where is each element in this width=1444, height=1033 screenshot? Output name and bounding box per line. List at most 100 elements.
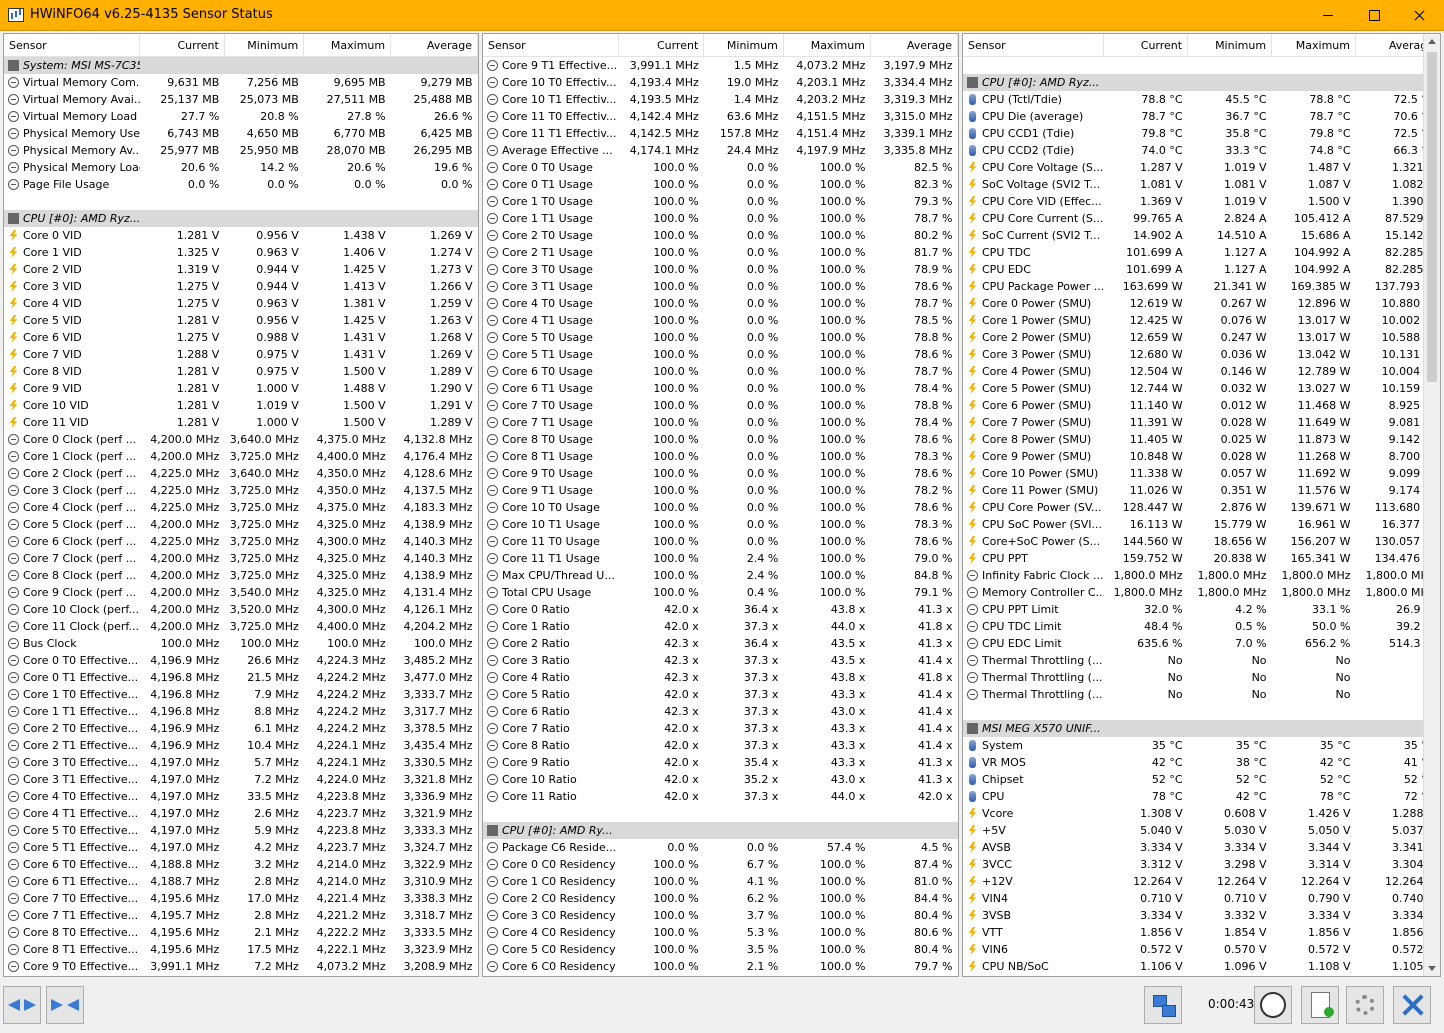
minimize-button[interactable] bbox=[1305, 0, 1351, 30]
sensor-row[interactable]: CPU EDC 101.699 A 1.127 A 104.992 A 82.285 A bbox=[963, 261, 1440, 278]
sensor-row[interactable]: SoC Voltage (SVI2 T... 1.081 V 1.081 V 1.08… bbox=[963, 176, 1440, 193]
sensor-row[interactable]: Core 1 T0 Usage 100.0 % 0.0 % 100.0 % 79.3 % bbox=[483, 193, 958, 210]
sensor-row[interactable]: Chipset 52 °C 52 °C 52 °C 52 °C bbox=[963, 771, 1440, 788]
sensor-row[interactable]: Core 7 Ratio 42.0 x 37.3 x 43.3 x 41.4 x bbox=[483, 720, 958, 737]
sensor-row[interactable]: Core 2 Clock (perf ... 4,225.0 MHz 3,640.0… bbox=[4, 465, 478, 482]
sensor-row[interactable]: Core 11 T0 Usage 100.0 % 0.0 % 100.0 % 78.6 … bbox=[483, 533, 958, 550]
sensor-row[interactable]: Core 5 C0 Residency 100.0 % 3.5 % 100.0 % 80… bbox=[483, 941, 958, 958]
sensor-row[interactable]: Core 1 Ratio 42.0 x 37.3 x 44.0 x 41.8 x bbox=[483, 618, 958, 635]
sensor-row[interactable]: Core 0 Power (SMU) 12.619 W 0.267 W 12.896 … bbox=[963, 295, 1440, 312]
exit-button[interactable] bbox=[1393, 986, 1431, 1024]
column-header-current[interactable]: Current bbox=[618, 34, 705, 57]
sensor-group-header[interactable]: MSI MEG X570 UNIF... bbox=[963, 720, 1440, 737]
sensor-row[interactable]: CPU EDC Limit 635.6 % 7.0 % 656.2 % 514.3 % bbox=[963, 635, 1440, 652]
sensor-row[interactable]: Core 3 T0 Usage 100.0 % 0.0 % 100.0 % 78.9 % bbox=[483, 261, 958, 278]
sensor-row[interactable]: CPU Core Power (SV... 128.447 W 2.876 W 139… bbox=[963, 499, 1440, 516]
sensor-group-header[interactable]: CPU [#0]: AMD Ry... bbox=[483, 822, 958, 839]
sensor-row[interactable]: Core 3 Power (SMU) 12.680 W 0.036 W 13.042 … bbox=[963, 346, 1440, 363]
sensor-row[interactable]: Core 7 VID 1.288 V 0.975 V 1.431 V 1.269 V bbox=[4, 346, 478, 363]
sensor-row[interactable]: Core 5 VID 1.281 V 0.956 V 1.425 V 1.263 V bbox=[4, 312, 478, 329]
sensor-row[interactable]: Core 1 T1 Usage 100.0 % 0.0 % 100.0 % 78.7 % bbox=[483, 210, 958, 227]
sensor-row[interactable]: Core 11 Ratio 42.0 x 37.3 x 44.0 x 42.0 x bbox=[483, 788, 958, 805]
sensor-row[interactable]: Physical Memory Used 6,743 MB 4,650 MB 6,77… bbox=[4, 125, 478, 142]
sensor-row[interactable]: Core 11 Power (SMU) 11.026 W 0.351 W 11.576… bbox=[963, 482, 1440, 499]
sensor-row[interactable]: Core 4 VID 1.275 V 0.963 V 1.381 V 1.259 V bbox=[4, 295, 478, 312]
sensor-group-header[interactable]: CPU [#0]: AMD Ryz... bbox=[963, 74, 1440, 91]
column-header-maximum[interactable]: Maximum bbox=[1271, 34, 1356, 57]
sensor-row[interactable]: CPU CCD2 (Tdie) 74.0 °C 33.3 °C 74.8 °C 66.3… bbox=[963, 142, 1440, 159]
sensor-row[interactable]: Core 10 Clock (perf... 4,200.0 MHz 3,520.0… bbox=[4, 601, 478, 618]
sensor-row[interactable]: Core 6 T1 Usage 100.0 % 0.0 % 100.0 % 78.4 % bbox=[483, 380, 958, 397]
sensor-row[interactable]: Core 10 T1 Effectiv... 4,193.5 MHz 1.4 MHz… bbox=[483, 91, 958, 108]
column-header-minimum[interactable]: Minimum bbox=[1187, 34, 1273, 57]
column-header-current[interactable]: Current bbox=[1103, 34, 1189, 57]
sensor-row[interactable]: Core 1 C0 Residency 100.0 % 4.1 % 100.0 % 81… bbox=[483, 873, 958, 890]
sensor-row[interactable]: Core 11 Clock (perf... 4,200.0 MHz 3,725.0… bbox=[4, 618, 478, 635]
column-header-sensor[interactable]: Sensor bbox=[4, 34, 141, 57]
report-button[interactable] bbox=[1301, 986, 1339, 1024]
scroll-up-arrow-icon[interactable] bbox=[1428, 39, 1436, 44]
sensor-row[interactable]: AVSB 3.334 V 3.334 V 3.344 V 3.341 V bbox=[963, 839, 1440, 856]
sensor-row[interactable]: Core 1 T1 Effective... 4,196.8 MHz 8.8 MHz… bbox=[4, 703, 478, 720]
column-header-sensor[interactable]: Sensor bbox=[963, 34, 1105, 57]
column-header-maximum[interactable]: Maximum bbox=[783, 34, 871, 57]
sensor-row[interactable]: Core 8 Clock (perf ... 4,200.0 MHz 3,725.0… bbox=[4, 567, 478, 584]
sensor-row[interactable]: Core 5 T1 Usage 100.0 % 0.0 % 100.0 % 78.6 % bbox=[483, 346, 958, 363]
sensor-row[interactable]: Core 6 T1 Effective... 4,188.7 MHz 2.8 MHz… bbox=[4, 873, 478, 890]
sensor-row[interactable]: Core 2 T0 Usage 100.0 % 0.0 % 100.0 % 80.2 % bbox=[483, 227, 958, 244]
clock-button[interactable] bbox=[1254, 986, 1292, 1024]
sensor-row[interactable]: CPU Package Power ... 163.699 W 21.341 W 16… bbox=[963, 278, 1440, 295]
sensor-row[interactable]: CPU TDC 101.699 A 1.127 A 104.992 A 82.285 A bbox=[963, 244, 1440, 261]
collapse-arrows-button[interactable] bbox=[46, 986, 84, 1024]
sensor-row[interactable]: Core 2 Power (SMU) 12.659 W 0.247 W 13.017 … bbox=[963, 329, 1440, 346]
sensor-row[interactable]: 3VSB 3.334 V 3.332 V 3.334 V 3.334 V bbox=[963, 907, 1440, 924]
sensor-row[interactable]: Core 8 VID 1.281 V 0.975 V 1.500 V 1.289 V bbox=[4, 363, 478, 380]
sensor-row[interactable]: Core 9 Power (SMU) 10.848 W 0.028 W 11.268 … bbox=[963, 448, 1440, 465]
sensor-panel-2[interactable]: Sensor Current Minimum Maximum Average Core 9… bbox=[482, 33, 959, 977]
sensor-row[interactable]: Core 3 C0 Residency 100.0 % 3.7 % 100.0 % 80… bbox=[483, 907, 958, 924]
sensor-row[interactable]: Core 6 Power (SMU) 11.140 W 0.012 W 11.468 … bbox=[963, 397, 1440, 414]
column-header-minimum[interactable]: Minimum bbox=[703, 34, 784, 57]
sensor-panel-1[interactable]: Sensor Current Minimum Maximum Average System… bbox=[3, 33, 479, 977]
sensor-row[interactable]: Core 5 Power (SMU) 12.744 W 0.032 W 13.027 … bbox=[963, 380, 1440, 397]
sensor-row[interactable]: Core 10 Ratio 42.0 x 35.2 x 43.0 x 41.3 x bbox=[483, 771, 958, 788]
sensor-row[interactable]: Average Effective ... 4,174.1 MHz 24.4 MHz… bbox=[483, 142, 958, 159]
sensor-row[interactable]: CPU (Tctl/Tdie) 78.8 °C 45.5 °C 78.8 °C 72.5… bbox=[963, 91, 1440, 108]
sensor-row[interactable]: Core 6 T0 Usage 100.0 % 0.0 % 100.0 % 78.7 % bbox=[483, 363, 958, 380]
sensor-row[interactable]: CPU 78 °C 42 °C 78 °C 72 °C bbox=[963, 788, 1440, 805]
sensor-row[interactable]: Core 9 T1 Usage 100.0 % 0.0 % 100.0 % 78.2 % bbox=[483, 482, 958, 499]
sensor-row[interactable]: Core 4 T0 Effective... 4,197.0 MHz 33.5 MH… bbox=[4, 788, 478, 805]
sensor-row[interactable]: Core 5 Ratio 42.0 x 37.3 x 43.3 x 41.4 x bbox=[483, 686, 958, 703]
sensor-row[interactable]: Memory Controller C... 1,800.0 MHz 1,800.0… bbox=[963, 584, 1440, 601]
sensor-row[interactable]: Thermal Throttling (... No No No bbox=[963, 652, 1440, 669]
sensor-row[interactable]: Thermal Throttling (... No No No bbox=[963, 669, 1440, 686]
sensor-row[interactable]: Core 7 T0 Usage 100.0 % 0.0 % 100.0 % 78.8 % bbox=[483, 397, 958, 414]
sensor-row[interactable]: +5V 5.040 V 5.030 V 5.050 V 5.037 V bbox=[963, 822, 1440, 839]
sensor-row[interactable]: Core 11 T1 Usage 100.0 % 2.4 % 100.0 % 79.0 … bbox=[483, 550, 958, 567]
sensor-row[interactable]: Core 8 T1 Usage 100.0 % 0.0 % 100.0 % 78.3 % bbox=[483, 448, 958, 465]
sensor-row[interactable]: Core 11 T1 Effectiv... 4,142.5 MHz 157.8 M… bbox=[483, 125, 958, 142]
maximize-button[interactable] bbox=[1351, 0, 1397, 30]
sensor-row[interactable]: Core 0 T1 Effective... 4,196.8 MHz 21.5 MH… bbox=[4, 669, 478, 686]
sensor-row[interactable]: Max CPU/Thread U... 100.0 % 2.4 % 100.0 % 84… bbox=[483, 567, 958, 584]
sensor-row[interactable]: Core 4 T1 Usage 100.0 % 0.0 % 100.0 % 78.5 % bbox=[483, 312, 958, 329]
settings-button[interactable] bbox=[1346, 986, 1384, 1024]
sensor-row[interactable]: Core 2 Ratio 42.3 x 36.4 x 43.5 x 41.3 x bbox=[483, 635, 958, 652]
expand-arrows-button[interactable] bbox=[3, 986, 41, 1024]
sensor-row[interactable]: Core 0 C0 Residency 100.0 % 6.7 % 100.0 % 87… bbox=[483, 856, 958, 873]
sensor-row[interactable]: Core 1 Power (SMU) 12.425 W 0.076 W 13.017 … bbox=[963, 312, 1440, 329]
sensor-group-header[interactable]: System: MSI MS-7C35 bbox=[4, 56, 478, 74]
sensor-row[interactable]: Core 7 Power (SMU) 11.391 W 0.028 W 11.649 … bbox=[963, 414, 1440, 431]
sensor-row[interactable]: Core 9 Clock (perf ... 4,200.0 MHz 3,540.0… bbox=[4, 584, 478, 601]
sensor-row[interactable]: Core 2 C0 Residency 100.0 % 6.2 % 100.0 % 84… bbox=[483, 890, 958, 907]
sensor-row[interactable]: Core 10 VID 1.281 V 1.019 V 1.500 V 1.291 V bbox=[4, 397, 478, 414]
sensor-row[interactable]: Core 1 T0 Effective... 4,196.8 MHz 7.9 MHz… bbox=[4, 686, 478, 703]
sensor-row[interactable]: Core 2 T1 Usage 100.0 % 0.0 % 100.0 % 81.7 % bbox=[483, 244, 958, 261]
sensor-row[interactable]: Core 9 Ratio 42.0 x 35.4 x 43.3 x 41.3 x bbox=[483, 754, 958, 771]
sensor-row[interactable]: CPU SoC Power (SVI... 16.113 W 15.779 W 16.… bbox=[963, 516, 1440, 533]
sensor-row[interactable]: Core 2 T0 Effective... 4,196.9 MHz 6.1 MHz… bbox=[4, 720, 478, 737]
sensor-row[interactable]: Page File Usage 0.0 % 0.0 % 0.0 % 0.0 % bbox=[4, 176, 478, 193]
sensor-row[interactable]: CPU Core Current (S... 99.765 A 2.824 A 105… bbox=[963, 210, 1440, 227]
sensor-row[interactable]: Core 4 C0 Residency 100.0 % 5.3 % 100.0 % 80… bbox=[483, 924, 958, 941]
sensor-row[interactable]: VR MOS 42 °C 38 °C 42 °C 41 °C bbox=[963, 754, 1440, 771]
